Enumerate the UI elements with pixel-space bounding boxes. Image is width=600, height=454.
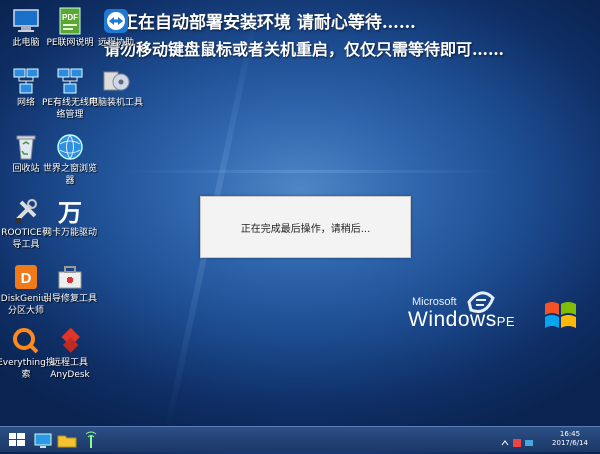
tray-arrow-icon[interactable] bbox=[500, 433, 510, 446]
desktop-icon-wanjia-driver[interactable]: 万 网卡万能驱动 bbox=[38, 196, 102, 238]
desktop-icon-boot-repair[interactable]: 引导修复工具 bbox=[38, 262, 102, 304]
recycle-bin-icon bbox=[11, 132, 41, 162]
folder-icon bbox=[57, 435, 77, 448]
svg-text:万: 万 bbox=[58, 199, 82, 226]
taskbar-clock[interactable]: 16:45 2017/6/14 bbox=[544, 430, 596, 448]
icon-label: 电脑装机工具 bbox=[88, 98, 143, 108]
antenna-icon bbox=[85, 431, 97, 448]
icon-label: 分区大师 bbox=[7, 306, 44, 316]
desktop-icon-pc-repair[interactable]: 电脑装机工具 bbox=[84, 66, 148, 108]
wallpaper-streak bbox=[120, 170, 500, 173]
svg-text:PDF: PDF bbox=[62, 13, 78, 22]
disc-install-icon bbox=[101, 66, 131, 96]
windows-flag-icon bbox=[545, 302, 576, 328]
brand-pe: PE bbox=[496, 314, 516, 329]
icon-label: 器 bbox=[65, 176, 75, 186]
search-icon bbox=[11, 326, 41, 356]
banner-line-2: 请勿移动键盘鼠标或者关机重启，仅仅只需等待即可…… bbox=[104, 40, 505, 59]
icon-label: 网卡万能驱动 bbox=[42, 228, 97, 238]
system-tray bbox=[500, 433, 540, 447]
tools-icon bbox=[11, 196, 41, 226]
progress-dialog: 正在完成最后操作，请稍后... bbox=[200, 196, 411, 258]
icon-label: 世界之窗浏览 bbox=[42, 164, 97, 174]
diskgenius-icon: D bbox=[11, 262, 41, 292]
brand-windows-pe: WindowsPE bbox=[408, 308, 515, 332]
computer-icon bbox=[11, 6, 41, 36]
clock-time: 16:45 bbox=[559, 430, 581, 438]
tray-app-icon[interactable] bbox=[512, 433, 522, 447]
start-button[interactable] bbox=[6, 430, 28, 450]
globe-icon bbox=[55, 132, 85, 162]
svg-text:D: D bbox=[21, 270, 32, 287]
network-manager-icon bbox=[55, 66, 85, 96]
teamviewer-icon bbox=[101, 6, 131, 36]
toolbox-icon bbox=[55, 262, 85, 292]
desktop-icon-teamviewer[interactable]: 远程协助 bbox=[84, 6, 148, 48]
taskbar: 16:45 2017/6/14 bbox=[0, 426, 600, 452]
brand-microsoft: Microsoft bbox=[412, 296, 457, 308]
anydesk-icon bbox=[55, 326, 85, 356]
taskbar-explorer-button[interactable] bbox=[56, 430, 78, 450]
tray-network-icon[interactable] bbox=[524, 433, 534, 446]
icon-label: 远程协助 bbox=[97, 38, 134, 48]
wan-glyph-icon: 万 bbox=[55, 196, 85, 227]
desktop-icon-anydesk[interactable]: 远程工具 AnyDesk bbox=[38, 326, 102, 380]
icon-label: AnyDesk bbox=[50, 370, 90, 380]
banner-line-1: 统正在自动部署安装环境 请耐心等待…… bbox=[104, 13, 416, 33]
icon-label: 导工具 bbox=[12, 240, 40, 250]
taskbar-network-button[interactable] bbox=[80, 430, 102, 450]
windows-start-icon bbox=[9, 433, 25, 446]
pe-emblem-icon bbox=[467, 291, 495, 313]
icon-label: 引导修复工具 bbox=[42, 294, 97, 304]
desktop-icon-browser[interactable]: 世界之窗浏览 器 bbox=[38, 132, 102, 186]
document-icon: PDF bbox=[55, 6, 85, 36]
taskbar-desktop-button[interactable] bbox=[32, 430, 54, 450]
icon-label: 远程工具 bbox=[51, 358, 88, 368]
network-icon bbox=[11, 66, 41, 96]
monitor-icon bbox=[34, 433, 52, 448]
desktop: 统正在自动部署安装环境 请耐心等待…… 请勿移动键盘鼠标或者关机重启，仅仅只需等… bbox=[0, 0, 600, 430]
clock-date: 2017/6/14 bbox=[552, 439, 588, 447]
icon-label: 络管理 bbox=[56, 110, 84, 120]
dialog-message: 正在完成最后操作，请稍后... bbox=[240, 224, 371, 235]
